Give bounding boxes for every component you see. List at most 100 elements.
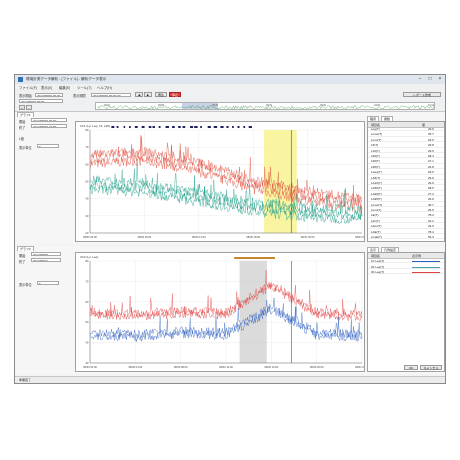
period-input[interactable]: 2012/08/30 00:00:00 bbox=[91, 92, 131, 97]
bottom-chart: Ch2 (Lp, Leq) 80 70 60 50 40 3008/30 00:00 08/… bbox=[80, 255, 364, 369]
event-marker bbox=[148, 126, 152, 128]
series-line bbox=[89, 136, 363, 203]
list-row-name: Lmin(T) bbox=[371, 208, 382, 212]
top-start-label: 開始 bbox=[19, 120, 26, 124]
bottom-plot[interactable]: Ch2 (Lp, Leq) 80 70 60 50 40 30 08/30 00:00 08/… bbox=[75, 252, 365, 372]
top-mode-select[interactable]: ▾ bbox=[37, 144, 59, 148]
list-row[interactable]: Ldn(T) 31.2 bbox=[368, 218, 444, 224]
list-row-name: LA95(T) bbox=[371, 197, 382, 202]
y-tick-label: 80 bbox=[85, 259, 89, 263]
list-row-name: LAE(T) bbox=[371, 229, 381, 234]
list-row[interactable]: LE(T) 78.3 bbox=[368, 213, 444, 218]
y-tick-label: 30 bbox=[85, 214, 89, 218]
bottom-mode-label: 表示単位 bbox=[19, 283, 32, 287]
list-row-name: L95(T) bbox=[371, 164, 380, 169]
top-start-input[interactable]: 2012/08/30 00:00 bbox=[31, 118, 67, 122]
start-input[interactable]: 2012/08/30 00:00 bbox=[35, 92, 63, 97]
top-panel-tab[interactable]: グラフ1 bbox=[17, 112, 34, 117]
top-chart: Ch1 (Lp, Leq, L5, L95) 8070605040302008/… bbox=[80, 124, 364, 239]
zoom-out-button[interactable]: − bbox=[26, 105, 32, 110]
x-tick-label: 08/30 18:00 bbox=[246, 235, 260, 239]
bottom-panel-tab[interactable]: グラフ2 bbox=[17, 246, 34, 251]
bottom-end-input[interactable]: 2012/08/31 bbox=[31, 258, 61, 262]
list-row[interactable]: LA90(T) 27.2 bbox=[368, 191, 444, 197]
x-tick-label: 08/30 00:00 bbox=[83, 365, 97, 369]
legend-swatch bbox=[412, 266, 440, 268]
list-row-value: 31.2 bbox=[428, 218, 434, 223]
event-marker bbox=[207, 126, 211, 128]
bottom-mode-select[interactable]: ▾ bbox=[37, 281, 59, 285]
x-tick-label: 08/30 12:00 bbox=[219, 365, 233, 369]
start-label: 表示開始 bbox=[19, 94, 32, 98]
stop-button[interactable]: 停止 bbox=[169, 92, 181, 97]
menu-edit[interactable]: 編集(E) bbox=[59, 85, 70, 90]
list-row[interactable]: L95(T) 26.8 bbox=[368, 164, 444, 170]
menu-tools[interactable]: ツール(T) bbox=[77, 85, 92, 90]
bottom-start-input[interactable]: 2012/08/30 bbox=[31, 252, 61, 256]
close-icon[interactable]: × bbox=[435, 76, 445, 82]
legend-row[interactable]: 2F Leq(T) bbox=[368, 265, 444, 269]
zoom-in-button[interactable]: + bbox=[19, 105, 25, 110]
bottom-panel: グラフ2 開始 2012/08/30 終了 2012/08/31 表示単位 ▾ … bbox=[15, 246, 445, 374]
list-row-name: LE(T) bbox=[371, 213, 379, 218]
event-marker bbox=[213, 126, 218, 128]
list-row[interactable]: L50(T) 28.4 bbox=[368, 154, 444, 159]
overview-tick-label: 09/15 bbox=[212, 104, 219, 107]
cancel-button[interactable]: キャンセル bbox=[420, 365, 442, 370]
minimize-icon[interactable]: – bbox=[415, 76, 425, 82]
list-row[interactable]: Lmax(T) 35.7 bbox=[368, 203, 444, 207]
list-row[interactable]: LCpk(T) 56.3 bbox=[368, 235, 444, 240]
menu-help[interactable]: ヘルプ(H) bbox=[97, 85, 112, 90]
list-row[interactable]: Lmax(T) 35.7 bbox=[368, 132, 444, 137]
top-end-input[interactable]: 2012/08/30 23:59 bbox=[31, 124, 67, 128]
prev-button[interactable]: ◀ bbox=[135, 92, 143, 97]
list-row[interactable]: LA95(T) 26.9 bbox=[368, 197, 444, 202]
legend-row[interactable]: 1F Leq(T) bbox=[368, 259, 444, 264]
event-marker bbox=[200, 126, 202, 128]
list-row-value: 27.2 bbox=[428, 191, 434, 196]
play-button[interactable]: 再生 bbox=[155, 92, 167, 97]
list-row-value: 29.8 bbox=[428, 143, 434, 148]
list-row[interactable]: Lmin(T) 26.5 bbox=[368, 208, 444, 213]
list-row[interactable]: Lden(T) 32.0 bbox=[368, 224, 444, 229]
list-row[interactable]: LAE(T) 78.4 bbox=[368, 230, 444, 234]
ok-button[interactable]: OK bbox=[404, 365, 418, 370]
list-row[interactable]: LA50(T) 28.5 bbox=[368, 186, 444, 191]
list-row-value: 26.5 bbox=[428, 137, 434, 142]
status-text: 準備完了 bbox=[19, 378, 32, 382]
list-row-value: 27.1 bbox=[428, 159, 434, 164]
list-row-value: 78.4 bbox=[428, 229, 434, 234]
list-row-name: L90(T) bbox=[371, 159, 380, 164]
legend-row[interactable]: 3F Leq(T) bbox=[368, 270, 444, 275]
x-tick-label: 08/30 12:00 bbox=[192, 235, 206, 239]
top-plot[interactable]: Ch1 (Lp, Leq, L5, L95) 80 70 60 50 40 30 20 08/… bbox=[75, 121, 365, 242]
list-row[interactable]: L5(T) 29.8 bbox=[368, 143, 444, 148]
list-row[interactable]: LAeq(T) 29.6 bbox=[368, 170, 444, 175]
overview-strip[interactable]: 09/01 09/08 09/15 09/22 09/29 10/06 10/13 bbox=[95, 102, 435, 110]
next-button[interactable]: ▶ bbox=[144, 92, 152, 97]
list-row-name: LAeq(T) bbox=[371, 170, 382, 175]
list-row[interactable]: LA5(T) 29.9 bbox=[368, 176, 444, 180]
window-title: 環境計測データ解析 - [ファイル] - 解析データ表示 bbox=[26, 77, 107, 81]
report-button[interactable]: レポート作成 bbox=[403, 92, 441, 97]
list-row[interactable]: Lmin(T) 26.5 bbox=[368, 137, 444, 143]
overview-chart: 09/01 09/08 09/15 09/22 09/29 10/06 10/13 bbox=[97, 103, 434, 109]
menu-view[interactable]: 表示(V) bbox=[41, 85, 52, 90]
list-row-name: Lmax(T) bbox=[371, 132, 383, 137]
overview-tick-label: 09/01 bbox=[104, 104, 111, 107]
menu-file[interactable]: ファイル(F) bbox=[19, 85, 37, 90]
list-row-name: Leq(T) bbox=[371, 127, 380, 131]
x-tick-label: 08/30 08:00 bbox=[174, 365, 188, 369]
list-row[interactable]: L10(T) 29.5 bbox=[368, 149, 444, 153]
list-row[interactable]: L90(T) 27.1 bbox=[368, 159, 444, 164]
y-tick-label: 70 bbox=[85, 279, 89, 283]
list-row[interactable]: Leq(T) 29.6 bbox=[368, 127, 444, 132]
list-row-value: 29.5 bbox=[428, 148, 434, 153]
maximize-icon[interactable]: □ bbox=[425, 76, 435, 82]
list-row[interactable]: LA10(T) 29.6 bbox=[368, 181, 444, 186]
x-tick-label: 08/30 04:00 bbox=[128, 365, 142, 369]
end-input[interactable]: 2012/08/30 00:00 bbox=[19, 99, 63, 103]
event-marker bbox=[178, 126, 181, 128]
event-marker bbox=[248, 126, 252, 128]
y-tick-label: 20 bbox=[85, 231, 89, 235]
